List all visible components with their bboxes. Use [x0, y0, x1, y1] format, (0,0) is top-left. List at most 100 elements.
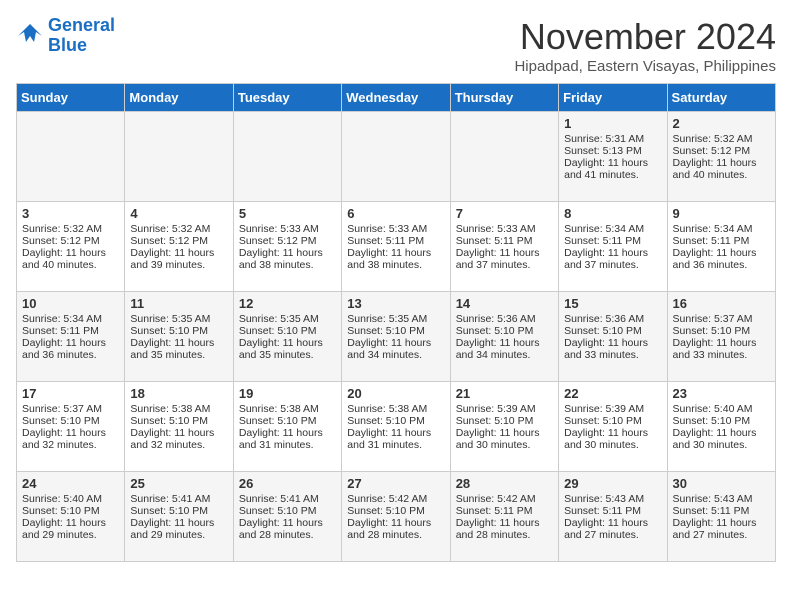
- calendar-cell: 7Sunrise: 5:33 AMSunset: 5:11 PMDaylight…: [450, 202, 558, 292]
- day-number: 10: [22, 296, 119, 311]
- calendar-week-row: 3 Sunrise: 5:32 AM Sunset: 5:12 PM Daylight…: [17, 202, 776, 292]
- day-info: Sunset: 5:10 PM: [130, 505, 227, 517]
- calendar-cell: 1Sunrise: 5:31 AMSunset: 5:13 PMDaylight…: [559, 112, 667, 202]
- day-number: 15: [564, 296, 661, 311]
- day-info: Sunset: 5:10 PM: [347, 505, 444, 517]
- day-info: and 28 minutes.: [456, 529, 553, 541]
- day-info: Daylight: 11 hours: [22, 427, 119, 439]
- day-info: Daylight: 11 hours: [347, 427, 444, 439]
- day-info: Sunset: 5:10 PM: [456, 325, 553, 337]
- day-info: Daylight: 11 hours: [22, 247, 119, 259]
- day-info: Daylight: 11 hours: [673, 337, 770, 349]
- day-info: Daylight: 11 hours: [239, 427, 336, 439]
- day-info: Sunrise: 5:43 AM: [564, 493, 661, 505]
- day-info: and 27 minutes.: [673, 529, 770, 541]
- day-info: Sunrise: 5:32 AM: [22, 223, 119, 235]
- day-number: 8: [564, 206, 661, 221]
- day-info: Daylight: 11 hours: [673, 427, 770, 439]
- page-header: General Blue November 2024 Hipadpad, Eas…: [16, 16, 776, 75]
- day-info: Sunrise: 5:37 AM: [673, 313, 770, 325]
- day-info: Sunrise: 5:39 AM: [564, 403, 661, 415]
- day-number: 20: [347, 386, 444, 401]
- day-info: and 40 minutes.: [22, 259, 119, 271]
- day-info: Sunrise: 5:36 AM: [456, 313, 553, 325]
- calendar-cell: 9 Sunrise: 5:34 AMSunset: 5:11 PMDaylight…: [667, 202, 775, 292]
- day-info: Daylight: 11 hours: [347, 517, 444, 529]
- day-number: 19: [239, 386, 336, 401]
- calendar-cell: [125, 112, 233, 202]
- day-info: Daylight: 11 hours: [130, 517, 227, 529]
- weekday-header-sunday: Sunday: [17, 84, 125, 112]
- day-number: 3: [22, 206, 119, 221]
- day-number: 23: [673, 386, 770, 401]
- weekday-header-wednesday: Wednesday: [342, 84, 450, 112]
- day-info: Sunrise: 5:34 AM: [673, 223, 770, 235]
- title-block: November 2024 Hipadpad, Eastern Visayas,…: [514, 16, 776, 75]
- day-number: 6: [347, 206, 444, 221]
- day-info: Daylight: 11 hours: [239, 337, 336, 349]
- calendar-table: SundayMondayTuesdayWednesdayThursdayFrid…: [16, 83, 776, 562]
- calendar-cell: 16Sunrise: 5:37 AMSunset: 5:10 PMDayligh…: [667, 292, 775, 382]
- weekday-header-saturday: Saturday: [667, 84, 775, 112]
- calendar-cell: [342, 112, 450, 202]
- day-number: 7: [456, 206, 553, 221]
- day-info: and 34 minutes.: [456, 349, 553, 361]
- day-info: Sunrise: 5:42 AM: [347, 493, 444, 505]
- day-info: Sunset: 5:10 PM: [22, 415, 119, 427]
- calendar-cell: [17, 112, 125, 202]
- day-info: Sunset: 5:11 PM: [456, 505, 553, 517]
- calendar-cell: 12Sunrise: 5:35 AMSunset: 5:10 PMDayligh…: [233, 292, 341, 382]
- day-info: Daylight: 11 hours: [22, 337, 119, 349]
- calendar-cell: 8Sunrise: 5:34 AMSunset: 5:11 PMDaylight…: [559, 202, 667, 292]
- calendar-cell: 11Sunrise: 5:35 AMSunset: 5:10 PMDayligh…: [125, 292, 233, 382]
- day-number: 27: [347, 476, 444, 491]
- day-info: and 38 minutes.: [347, 259, 444, 271]
- day-info: Daylight: 11 hours: [130, 337, 227, 349]
- day-info: Daylight: 11 hours: [22, 517, 119, 529]
- day-info: Sunset: 5:11 PM: [673, 235, 770, 247]
- day-info: Sunset: 5:12 PM: [239, 235, 336, 247]
- day-info: and 28 minutes.: [347, 529, 444, 541]
- calendar-week-row: 1Sunrise: 5:31 AMSunset: 5:13 PMDaylight…: [17, 112, 776, 202]
- day-info: Sunrise: 5:41 AM: [239, 493, 336, 505]
- day-number: 18: [130, 386, 227, 401]
- calendar-cell: 24Sunrise: 5:40 AMSunset: 5:10 PMDayligh…: [17, 472, 125, 562]
- month-title: November 2024: [514, 16, 776, 58]
- day-number: 12: [239, 296, 336, 311]
- day-info: and 33 minutes.: [564, 349, 661, 361]
- day-info: and 29 minutes.: [22, 529, 119, 541]
- day-number: 5: [239, 206, 336, 221]
- day-info: Sunset: 5:13 PM: [564, 145, 661, 157]
- day-info: and 32 minutes.: [130, 439, 227, 451]
- day-number: 9: [673, 206, 770, 221]
- day-info: Sunrise: 5:33 AM: [239, 223, 336, 235]
- day-info: Daylight: 11 hours: [456, 247, 553, 259]
- weekday-header-tuesday: Tuesday: [233, 84, 341, 112]
- calendar-cell: 3Sunrise: 5:32 AMSunset: 5:12 PMDaylight…: [17, 202, 125, 292]
- calendar-header-row: SundayMondayTuesdayWednesdayThursdayFrid…: [17, 84, 776, 112]
- calendar-cell: 18Sunrise: 5:38 AMSunset: 5:10 PMDayligh…: [125, 382, 233, 472]
- day-info: Sunset: 5:12 PM: [130, 235, 227, 247]
- day-info: Sunrise: 5:34 AM: [564, 223, 661, 235]
- day-number: 21: [456, 386, 553, 401]
- day-info: Sunset: 5:10 PM: [130, 325, 227, 337]
- calendar-week-row: 17Sunrise: 5:37 AMSunset: 5:10 PMDayligh…: [17, 382, 776, 472]
- day-info: Daylight: 11 hours: [673, 247, 770, 259]
- weekday-header-thursday: Thursday: [450, 84, 558, 112]
- day-info: Daylight: 11 hours: [347, 337, 444, 349]
- day-info: Sunrise: 5:38 AM: [347, 403, 444, 415]
- day-info: Sunset: 5:11 PM: [673, 505, 770, 517]
- day-info: Sunrise: 5:42 AM: [456, 493, 553, 505]
- calendar-cell: 15Sunrise: 5:36 AMSunset: 5:10 PMDayligh…: [559, 292, 667, 382]
- day-info: and 28 minutes.: [239, 529, 336, 541]
- day-info: Sunset: 5:10 PM: [22, 505, 119, 517]
- day-info: Sunset: 5:10 PM: [564, 325, 661, 337]
- calendar-cell: [450, 112, 558, 202]
- day-number: 14: [456, 296, 553, 311]
- day-number: 22: [564, 386, 661, 401]
- day-number: 29: [564, 476, 661, 491]
- day-info: Sunset: 5:11 PM: [456, 235, 553, 247]
- day-info: Daylight: 11 hours: [564, 157, 661, 169]
- calendar-cell: 23Sunrise: 5:40 AMSunset: 5:10 PMDayligh…: [667, 382, 775, 472]
- calendar-cell: 5Sunrise: 5:33 AMSunset: 5:12 PMDaylight…: [233, 202, 341, 292]
